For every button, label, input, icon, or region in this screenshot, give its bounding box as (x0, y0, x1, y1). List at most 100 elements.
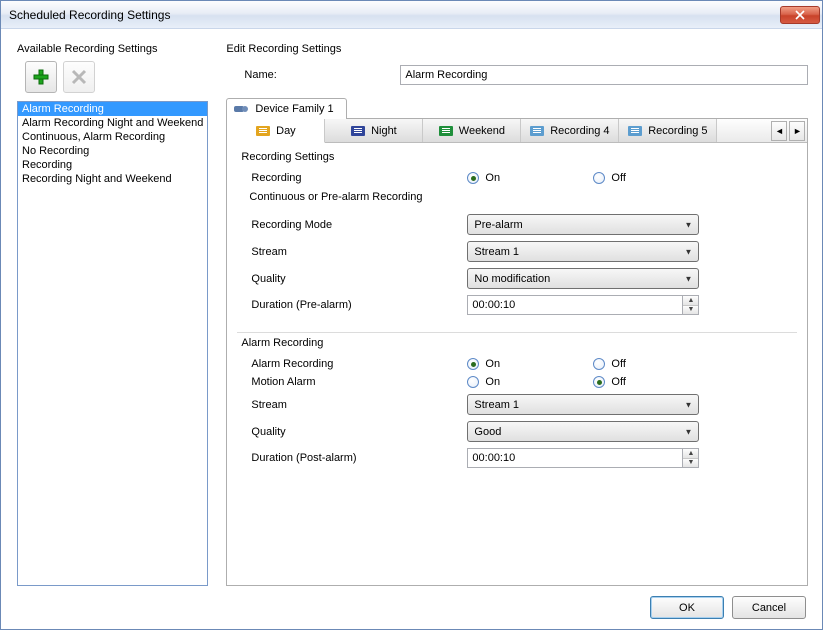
schedule-icon (256, 125, 270, 137)
alarm-quality-label: Quality (251, 426, 467, 438)
recording-tab[interactable]: Recording 5 (619, 119, 717, 142)
duration-pre-input[interactable] (467, 295, 682, 315)
recording-tab[interactable]: Night (325, 119, 423, 142)
radio-dot-icon (467, 376, 479, 388)
alarm-stream-label: Stream (251, 399, 467, 411)
recording-tab-label: Night (371, 125, 397, 137)
schedule-icon (351, 125, 365, 137)
schedule-icon (439, 125, 453, 137)
motion-radio-group: On Off (467, 376, 797, 388)
alarm-quality-select[interactable]: Good (467, 421, 699, 442)
tab-scroll-right[interactable]: ► (789, 121, 805, 141)
alarm-rec-radio-group: On Off (467, 358, 797, 370)
alarm-stream-select[interactable]: Stream 1 (467, 394, 699, 415)
mode-select[interactable]: Pre-alarm (467, 214, 699, 235)
device-body: Day Night Weekend Recording 4 Recording 5 ◄ … (226, 118, 808, 586)
recording-tab-label: Recording 5 (648, 125, 707, 137)
name-label: Name: (244, 69, 400, 81)
motion-on[interactable]: On (467, 376, 593, 388)
right-panel: Edit Recording Settings Name: Device Fam… (226, 43, 808, 586)
row-duration-pre: Duration (Pre-alarm) ▲ ▼ (237, 292, 797, 318)
row-recording: Recording On Off (237, 169, 797, 187)
body: Available Recording Settings Alar (1, 29, 822, 629)
quality-label: Quality (251, 273, 467, 285)
list-item[interactable]: Recording (18, 158, 207, 172)
alarm-rec-off[interactable]: Off (593, 358, 719, 370)
row-quality: Quality No modification (237, 265, 797, 292)
spinner-down[interactable]: ▼ (683, 306, 698, 315)
titlebar: Scheduled Recording Settings (1, 1, 822, 29)
duration-pre-spinner[interactable]: ▲ ▼ (467, 295, 699, 315)
settings-listbox[interactable]: Alarm RecordingAlarm Recording Night and… (17, 101, 208, 586)
recording-tab-label: Weekend (459, 125, 505, 137)
recording-tab[interactable]: Day (227, 119, 325, 143)
device-family-tab[interactable]: Device Family 1 (226, 98, 346, 119)
recording-off[interactable]: Off (593, 172, 719, 184)
available-settings-heading: Available Recording Settings (17, 43, 208, 55)
stream-select[interactable]: Stream 1 (467, 241, 699, 262)
camera-icon (233, 103, 249, 115)
list-item[interactable]: Recording Night and Weekend (18, 172, 207, 186)
ok-button[interactable]: OK (650, 596, 724, 619)
plus-icon (32, 68, 50, 86)
continuous-title: Continuous or Pre-alarm Recording (237, 187, 797, 211)
left-panel: Available Recording Settings Alar (17, 43, 208, 586)
motion-label: Motion Alarm (251, 376, 467, 388)
list-item[interactable]: No Recording (18, 144, 207, 158)
recording-tab-label: Recording 4 (550, 125, 609, 137)
radio-dot-icon (467, 358, 479, 370)
duration-post-spinner[interactable]: ▲ ▼ (467, 448, 699, 468)
spinner-up[interactable]: ▲ (683, 449, 698, 459)
close-icon (795, 10, 805, 20)
list-item[interactable]: Alarm Recording (18, 102, 207, 116)
spinner-down[interactable]: ▼ (683, 459, 698, 468)
device-tabs: Device Family 1 (226, 97, 808, 118)
recording-settings-title: Recording Settings (237, 149, 797, 169)
list-toolbar (17, 61, 208, 93)
tab-scroll-left[interactable]: ◄ (771, 121, 787, 141)
columns: Available Recording Settings Alar (17, 43, 806, 586)
row-duration-post: Duration (Post-alarm) ▲ ▼ (237, 445, 797, 471)
motion-off[interactable]: Off (593, 376, 719, 388)
row-stream: Stream Stream 1 (237, 238, 797, 265)
radio-dot-icon (467, 172, 479, 184)
row-motion-alarm: Motion Alarm On Off (237, 373, 797, 391)
close-button[interactable] (780, 6, 820, 24)
radio-dot-icon (593, 358, 605, 370)
list-item[interactable]: Alarm Recording Night and Weekend (18, 116, 207, 130)
stream-label: Stream (251, 246, 467, 258)
add-button[interactable] (25, 61, 57, 93)
recording-tab-label: Day (276, 125, 296, 137)
alarm-rec-on[interactable]: On (467, 358, 593, 370)
edit-settings-heading: Edit Recording Settings (226, 43, 808, 55)
duration-pre-label: Duration (Pre-alarm) (251, 299, 467, 311)
spinner-up[interactable]: ▲ (683, 296, 698, 306)
list-item[interactable]: Continuous, Alarm Recording (18, 130, 207, 144)
recording-radio-group: On Off (467, 172, 797, 184)
recording-on[interactable]: On (467, 172, 593, 184)
window-root: Scheduled Recording Settings Available R… (0, 0, 823, 630)
quality-select[interactable]: No modification (467, 268, 699, 289)
recording-tabs: Day Night Weekend Recording 4 Recording 5 ◄ … (227, 119, 807, 143)
tab-nav: ◄ ► (771, 119, 807, 142)
row-alarm-recording: Alarm Recording On Off (237, 355, 797, 373)
window-title: Scheduled Recording Settings (9, 8, 780, 22)
delete-button[interactable] (63, 61, 95, 93)
device-tab-label: Device Family 1 (255, 103, 333, 115)
radio-dot-icon (593, 376, 605, 388)
cancel-button[interactable]: Cancel (732, 596, 806, 619)
recording-label: Recording (251, 172, 467, 184)
form-area: Recording Settings Recording On (227, 143, 807, 585)
recording-tab[interactable]: Recording 4 (521, 119, 619, 142)
recording-tab[interactable]: Weekend (423, 119, 521, 142)
bottom-bar: OK Cancel (17, 586, 806, 619)
name-input[interactable] (400, 65, 808, 85)
mode-label: Recording Mode (251, 219, 467, 231)
group-alarm-recording: Alarm Recording Alarm Recording On (237, 332, 797, 477)
spinner-buttons: ▲ ▼ (682, 295, 699, 315)
group-recording-settings: Recording Settings Recording On (237, 149, 797, 324)
schedule-icon (628, 125, 642, 137)
row-alarm-stream: Stream Stream 1 (237, 391, 797, 418)
duration-post-input[interactable] (467, 448, 682, 468)
x-icon (70, 68, 88, 86)
